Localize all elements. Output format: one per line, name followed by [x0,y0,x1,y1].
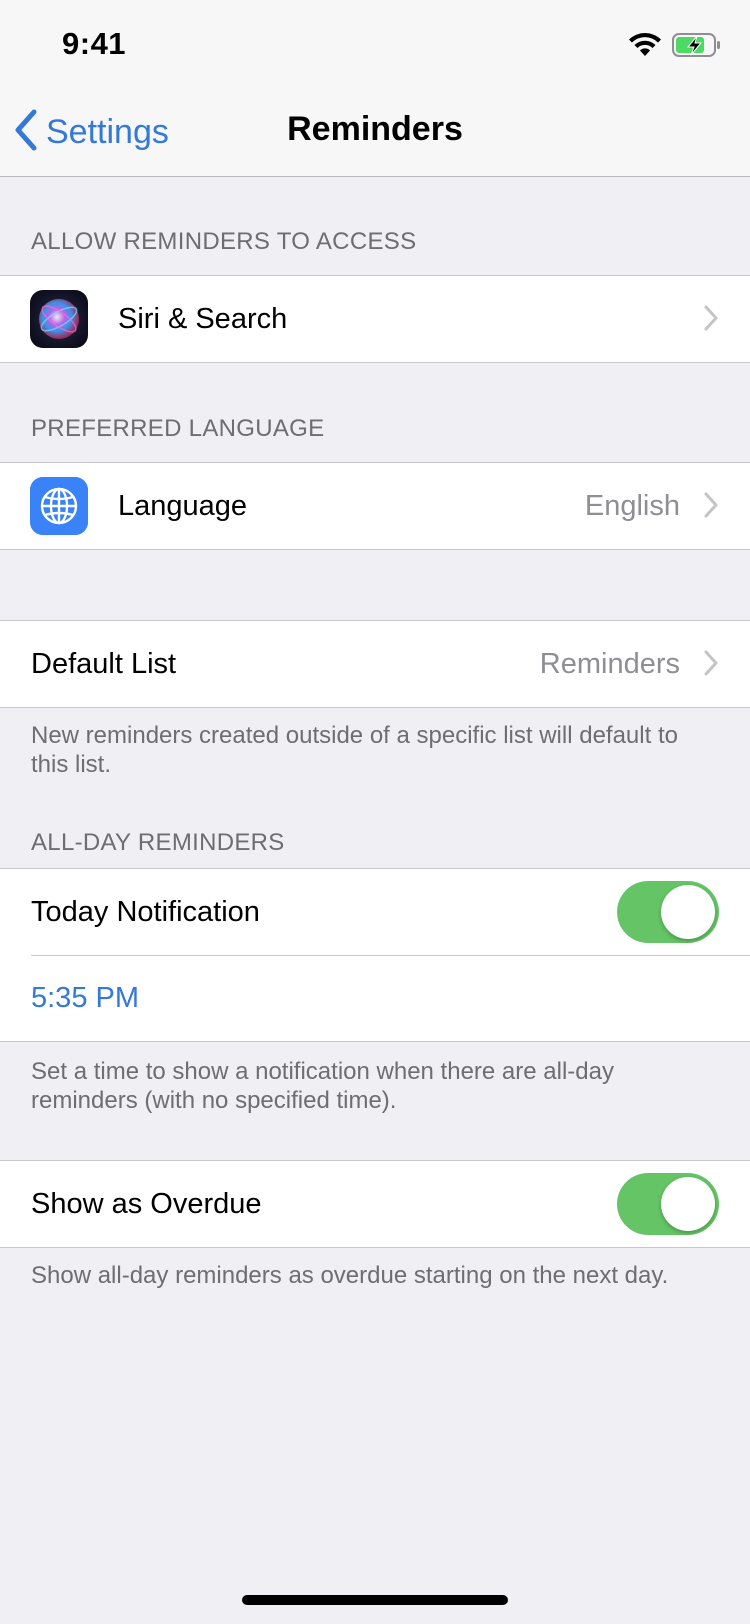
chevron-right-icon [704,305,718,336]
all-day-group: Today Notification 5:35 PM [0,868,750,1042]
overdue-group: Show as Overdue [0,1160,750,1248]
toggle-knob [661,885,715,939]
today-notification-label: Today Notification [31,896,260,928]
default-list-row[interactable]: Default List Reminders [0,621,750,707]
show-as-overdue-label: Show as Overdue [31,1188,262,1220]
default-list-label: Default List [31,648,177,680]
status-bar: 9:41 [0,0,750,88]
overdue-footer: Show all-day reminders as overdue starti… [31,1262,669,1289]
show-as-overdue-toggle[interactable] [617,1173,719,1235]
default-list-footer: New reminders created outside of a speci… [31,722,678,778]
default-list-value: Reminders [539,648,680,680]
home-indicator[interactable] [242,1595,508,1605]
notification-time-row[interactable]: 5:35 PM [0,955,750,1041]
wifi-icon [628,32,662,63]
default-list-group: Default List Reminders [0,620,750,708]
globe-icon [30,477,88,535]
page-title: Reminders [287,110,463,148]
toggle-knob [661,1177,715,1231]
section-header-access: ALLOW REMINDERS TO ACCESS [31,228,417,255]
status-time: 9:41 [62,26,127,61]
all-day-footer: Set a time to show a notification when t… [31,1058,614,1114]
chevron-right-icon [704,650,718,681]
language-row[interactable]: Language English [0,463,750,549]
notification-time-value: 5:35 PM [31,982,139,1014]
today-notification-toggle[interactable] [617,881,719,943]
navigation-bar: Settings Reminders [0,88,750,177]
siri-icon [30,290,88,348]
section-header-language: PREFERRED LANGUAGE [31,415,325,442]
siri-search-row[interactable]: Siri & Search [0,276,750,362]
chevron-right-icon [704,492,718,523]
show-as-overdue-row: Show as Overdue [0,1161,750,1247]
siri-search-label: Siri & Search [118,303,288,335]
battery-charging-icon [672,32,722,63]
section-header-all-day: ALL-DAY REMINDERS [31,829,285,856]
today-notification-row: Today Notification [0,869,750,955]
language-group: Language English [0,462,750,550]
language-value: English [584,490,680,522]
language-label: Language [118,490,248,522]
access-group: Siri & Search [0,275,750,363]
